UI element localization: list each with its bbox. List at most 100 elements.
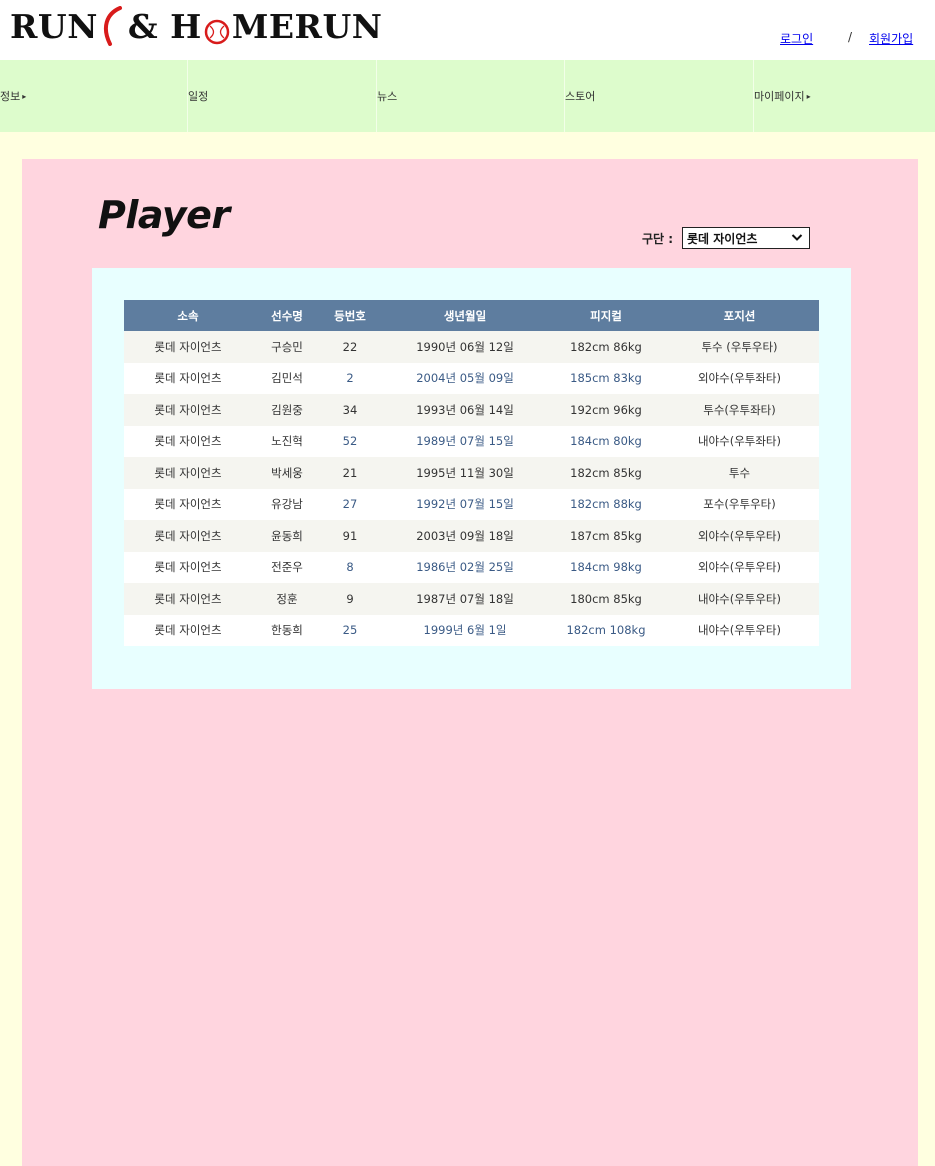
cell-team: 롯데 자이언츠 xyxy=(154,465,222,480)
cell-birthdate: 2003년 09월 18일 xyxy=(416,528,514,543)
table-row: 롯데 자이언츠 한동희 25 1999년 6월 1일 182cm 108kg 내야수(우투… xyxy=(124,614,819,646)
nav-divider xyxy=(187,60,188,132)
cell-position: 내야수(우투우타) xyxy=(697,623,782,638)
cell-team: 롯데 자이언츠 xyxy=(154,339,222,354)
col-header-physical: 피지컬 xyxy=(590,308,622,323)
cell-position: 외야수(우투좌타) xyxy=(697,371,782,386)
team-select-value: 롯데 자이언츠 xyxy=(687,231,758,246)
team-select[interactable]: 롯데 자이언츠 xyxy=(682,227,810,249)
col-header-name: 선수명 xyxy=(271,308,303,323)
cell-player-name: 전준우 xyxy=(271,560,303,575)
cell-position: 투수(우투좌타) xyxy=(703,402,776,417)
cell-birthdate: 2004년 05월 09일 xyxy=(416,371,514,386)
caret-right-icon: ▸ xyxy=(806,91,811,101)
cell-player-name: 한동희 xyxy=(271,623,303,638)
cell-number: 25 xyxy=(342,623,358,638)
cell-number: 2 xyxy=(346,371,354,386)
table-row: 롯데 자이언츠 김민석 2 2004년 05월 09일 185cm 83kg 외야수(우투… xyxy=(124,362,819,394)
baseball-icon xyxy=(204,14,230,45)
nav-label-schedule: 일정 xyxy=(188,90,209,103)
cell-position: 내야수(우투우타) xyxy=(697,591,782,606)
auth-separator: / xyxy=(848,30,853,44)
cell-birthdate: 1986년 02월 25일 xyxy=(416,560,514,575)
nav-divider xyxy=(376,60,377,132)
nav-label-news: 뉴스 xyxy=(377,90,398,103)
table-header-row: 소속 선수명 등번호 생년월일 피지컬 포지션 xyxy=(124,300,819,331)
cell-team: 롯데 자이언츠 xyxy=(154,623,222,638)
nav-label-info: 정보 xyxy=(0,90,21,103)
cell-number: 34 xyxy=(342,402,358,417)
cell-physical: 184cm 98kg xyxy=(570,560,642,575)
cell-number: 22 xyxy=(342,339,358,354)
cell-position: 내야수(우투좌타) xyxy=(697,434,782,449)
col-header-position: 포지션 xyxy=(723,308,756,323)
caret-right-icon: ▸ xyxy=(22,91,27,101)
site-header: RUN & H MERUN 로그인 / 회원가입 xyxy=(0,0,935,60)
cell-physical: 182cm 85kg xyxy=(570,465,642,480)
nav-label-store: 스토어 xyxy=(565,90,596,103)
nav-item-store[interactable]: 스토어 xyxy=(564,60,596,132)
cell-birthdate: 1992년 07월 15일 xyxy=(416,497,514,512)
cell-player-name: 박세웅 xyxy=(271,465,303,480)
team-label: 구단 : xyxy=(642,232,674,246)
cell-position: 투수 (우투우타) xyxy=(701,339,778,354)
main-nav: 정보 ▸ 일정 뉴스 스토어 마이페이지 ▸ xyxy=(0,60,935,132)
chevron-down-icon xyxy=(791,231,803,246)
table-row: 롯데 자이언츠 윤동희 91 2003년 09월 18일 187cm 85kg 외야수(우… xyxy=(124,520,819,552)
cell-birthdate: 1993년 06월 14일 xyxy=(416,402,514,417)
player-panel: Player 구단 : 롯데 자이언츠 소속 선수명 등번호 생년월일 피지컬 … xyxy=(22,159,918,1166)
cell-player-name: 구승민 xyxy=(271,339,303,354)
cell-team: 롯데 자이언츠 xyxy=(154,528,222,543)
nav-divider xyxy=(564,60,565,132)
cell-birthdate: 1989년 07월 15일 xyxy=(416,434,514,449)
cell-position: 외야수(우투우타) xyxy=(697,560,782,575)
nav-item-schedule[interactable]: 일정 xyxy=(187,60,209,132)
cell-number: 27 xyxy=(342,497,358,512)
cell-physical: 185cm 83kg xyxy=(570,371,642,386)
cell-physical: 182cm 88kg xyxy=(570,497,642,512)
cell-number: 21 xyxy=(342,465,358,480)
cell-position: 포수(우투우타) xyxy=(703,497,776,512)
cell-birthdate: 1990년 06월 12일 xyxy=(416,339,514,354)
logo-swoosh-icon xyxy=(100,6,126,46)
login-link[interactable]: 로그인 xyxy=(780,32,813,46)
player-table-container: 소속 선수명 등번호 생년월일 피지컬 포지션 롯데 자이언츠 구승민 22 1990… xyxy=(92,268,851,689)
cell-physical: 187cm 85kg xyxy=(570,528,642,543)
cell-number: 9 xyxy=(346,591,354,606)
cell-team: 롯데 자이언츠 xyxy=(154,497,222,512)
cell-physical: 192cm 96kg xyxy=(570,402,642,417)
cell-birthdate: 1995년 11월 30일 xyxy=(416,465,514,480)
table-row: 롯데 자이언츠 구승민 22 1990년 06월 12일 182cm 86kg 투수 (우… xyxy=(124,331,819,363)
table-row: 롯데 자이언츠 노진혁 52 1989년 07월 15일 184cm 80kg 내야수(우… xyxy=(124,425,819,457)
nav-item-mypage[interactable]: 마이페이지 ▸ xyxy=(753,60,811,132)
cell-team: 롯데 자이언츠 xyxy=(154,434,222,449)
nav-label-mypage: 마이페이지 xyxy=(754,90,805,103)
cell-team: 롯데 자이언츠 xyxy=(154,560,222,575)
page-title: Player xyxy=(98,193,230,237)
cell-position: 외야수(우투우타) xyxy=(697,528,782,543)
player-table-body: 롯데 자이언츠 구승민 22 1990년 06월 12일 182cm 86kg 투수 (우… xyxy=(124,331,819,646)
cell-number: 52 xyxy=(342,434,358,449)
cell-player-name: 유강남 xyxy=(271,497,303,512)
cell-team: 롯데 자이언츠 xyxy=(154,591,222,606)
nav-item-info[interactable]: 정보 ▸ xyxy=(0,60,26,132)
cell-team: 롯데 자이언츠 xyxy=(154,402,222,417)
nav-item-news[interactable]: 뉴스 xyxy=(376,60,398,132)
player-table: 소속 선수명 등번호 생년월일 피지컬 포지션 롯데 자이언츠 구승민 22 1990… xyxy=(124,300,819,646)
site-logo[interactable]: RUN & H MERUN xyxy=(10,4,382,48)
cell-physical: 184cm 80kg xyxy=(570,434,642,449)
cell-birthdate: 1999년 6월 1일 xyxy=(423,623,507,638)
cell-number: 8 xyxy=(346,560,354,575)
cell-physical: 182cm 108kg xyxy=(566,623,646,638)
cell-birthdate: 1987년 07월 18일 xyxy=(416,591,514,606)
signup-link[interactable]: 회원가입 xyxy=(869,32,913,46)
table-row: 롯데 자이언츠 유강남 27 1992년 07월 15일 182cm 88kg 포수(우투… xyxy=(124,488,819,520)
cell-number: 91 xyxy=(342,528,358,543)
table-row: 롯데 자이언츠 박세웅 21 1995년 11월 30일 182cm 85kg 투수 xyxy=(124,457,819,489)
cell-player-name: 윤동희 xyxy=(271,528,303,543)
cell-team: 롯데 자이언츠 xyxy=(154,371,222,386)
col-header-number: 등번호 xyxy=(334,308,366,323)
table-row: 롯데 자이언츠 전준우 8 1986년 02월 25일 184cm 98kg 외야수(우투… xyxy=(124,551,819,583)
cell-player-name: 정훈 xyxy=(276,591,298,606)
col-header-team: 소속 xyxy=(177,308,199,323)
